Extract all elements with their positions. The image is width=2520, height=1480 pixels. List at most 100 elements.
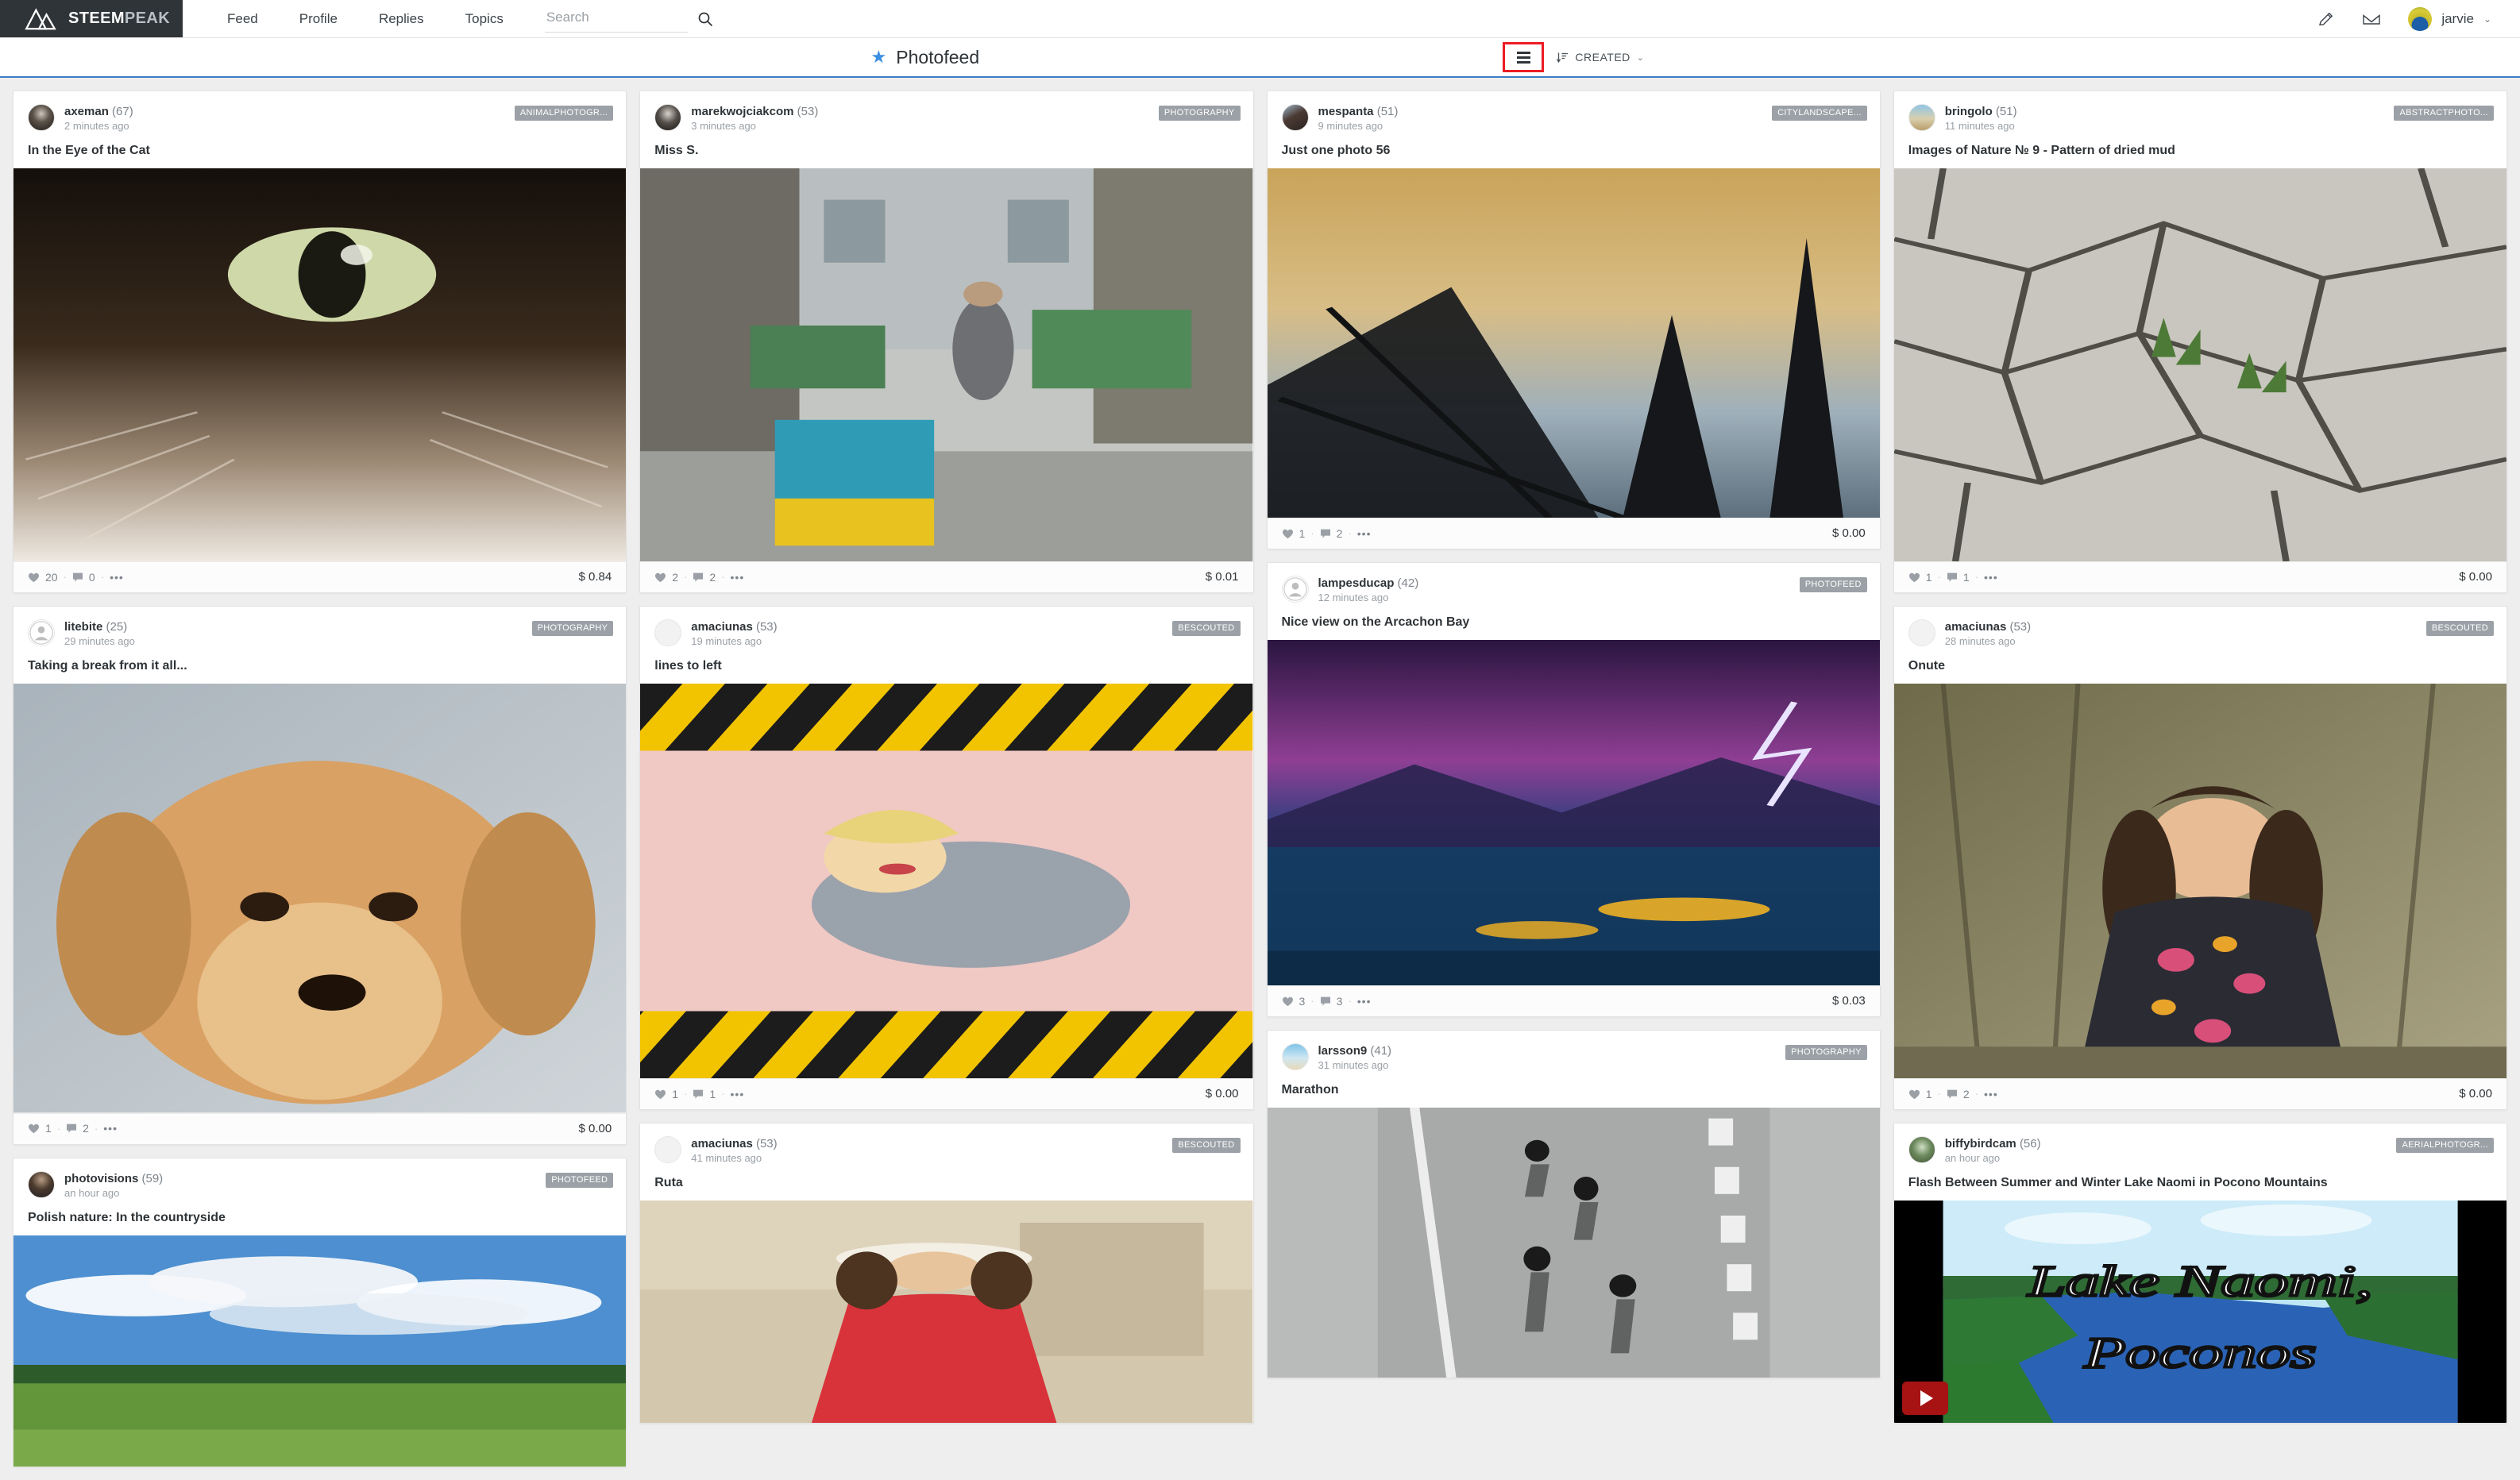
comment-icon[interactable]: [693, 572, 704, 583]
post-image[interactable]: Lake Naomi, Poconos: [1893, 1201, 2506, 1423]
more-options-icon[interactable]: •••: [731, 571, 745, 584]
sort-dropdown[interactable]: CREATED ⌄: [1552, 48, 1649, 67]
list-view-toggle-button[interactable]: [1503, 42, 1545, 72]
brand-logo-block[interactable]: STEEMPEAK: [0, 0, 183, 37]
post-author[interactable]: lampesducap (42): [1318, 576, 1419, 590]
post-tag-badge[interactable]: PHOTOFEED: [1799, 577, 1867, 592]
search-icon[interactable]: [697, 11, 713, 27]
heart-icon[interactable]: [654, 1089, 666, 1100]
comment-icon[interactable]: [693, 1089, 704, 1100]
avatar[interactable]: [1908, 1136, 1935, 1163]
nav-item-feed[interactable]: Feed: [206, 0, 279, 38]
post-author[interactable]: litebite (25): [64, 620, 135, 634]
post-title[interactable]: Miss S.: [640, 132, 1252, 168]
post-tag-badge[interactable]: AERIALPHOTOGR...: [2396, 1138, 2494, 1153]
post-tag-badge[interactable]: BESCOUTED: [2425, 621, 2494, 636]
avatar[interactable]: [28, 1170, 55, 1198]
more-options-icon[interactable]: •••: [103, 1122, 118, 1135]
post-title[interactable]: Onute: [1894, 647, 2506, 684]
post-image[interactable]: [1893, 684, 2506, 1078]
post-tag-badge[interactable]: CITYLANDSCAPE...: [1772, 106, 1867, 121]
heart-icon[interactable]: [28, 572, 40, 583]
post-image[interactable]: [640, 684, 1253, 1078]
comment-icon[interactable]: [1320, 996, 1331, 1007]
heart-icon[interactable]: [1282, 528, 1294, 539]
user-menu[interactable]: jarvie ⌄: [2408, 6, 2491, 31]
post-title[interactable]: Taking a break from it all...: [14, 647, 626, 684]
post-title[interactable]: lines to left: [640, 647, 1252, 684]
search-input[interactable]: [544, 5, 688, 33]
avatar[interactable]: [28, 619, 55, 647]
post-tag-badge[interactable]: PHOTOGRAPHY: [1158, 106, 1241, 121]
more-options-icon[interactable]: •••: [110, 571, 124, 584]
avatar[interactable]: [28, 104, 55, 131]
post-tag-badge[interactable]: ABSTRACTPHOTO...: [2394, 106, 2494, 121]
post-title[interactable]: Flash Between Summer and Winter Lake Nao…: [1894, 1164, 2506, 1201]
post-author[interactable]: mespanta (51): [1318, 105, 1399, 118]
more-options-icon[interactable]: •••: [1984, 571, 1998, 584]
post-image[interactable]: [640, 168, 1253, 561]
post-image[interactable]: [640, 1201, 1253, 1423]
heart-icon[interactable]: [1282, 996, 1294, 1007]
heart-icon[interactable]: [1908, 1089, 1920, 1100]
post-image[interactable]: [1267, 168, 1880, 518]
avatar[interactable]: [1908, 619, 1935, 646]
star-icon[interactable]: ★: [871, 48, 887, 66]
more-options-icon[interactable]: •••: [1984, 1088, 1998, 1100]
more-options-icon[interactable]: •••: [1357, 527, 1372, 540]
avatar[interactable]: [1281, 576, 1309, 603]
heart-icon[interactable]: [1908, 572, 1920, 583]
heart-icon[interactable]: [654, 572, 666, 583]
post-image[interactable]: [14, 168, 627, 562]
compose-pencil-icon[interactable]: [2317, 10, 2335, 28]
inbox-messages-icon[interactable]: [2362, 11, 2381, 27]
post-tag-badge[interactable]: BESCOUTED: [1172, 1138, 1241, 1153]
post-card: mespanta (51) 9 minutes ago CITYLANDSCAP…: [1266, 91, 1881, 549]
more-options-icon[interactable]: •••: [731, 1088, 745, 1100]
comment-icon[interactable]: [1947, 1089, 1958, 1100]
avatar[interactable]: [1908, 104, 1935, 131]
post-tag-badge[interactable]: PHOTOFEED: [546, 1172, 614, 1188]
post-title[interactable]: Images of Nature № 9 - Pattern of dried …: [1894, 132, 2506, 168]
post-author[interactable]: axeman (67): [64, 105, 133, 118]
post-author[interactable]: marekwojciakcom (53): [691, 105, 818, 118]
more-options-icon[interactable]: •••: [1357, 995, 1372, 1008]
nav-item-profile[interactable]: Profile: [279, 0, 358, 38]
post-title[interactable]: Marathon: [1268, 1071, 1880, 1108]
avatar[interactable]: [654, 619, 682, 646]
comment-icon[interactable]: [72, 572, 83, 583]
post-title[interactable]: In the Eye of the Cat: [14, 132, 626, 168]
post-tag-badge[interactable]: ANIMALPHOTOGR...: [514, 106, 614, 121]
comment-icon[interactable]: [1320, 528, 1331, 539]
post-image[interactable]: [1267, 640, 1880, 985]
nav-item-replies[interactable]: Replies: [358, 0, 445, 38]
post-image[interactable]: [1893, 168, 2506, 561]
comment-icon[interactable]: [1947, 572, 1958, 583]
post-tag-badge[interactable]: PHOTOGRAPHY: [1785, 1045, 1867, 1060]
post-author[interactable]: amaciunas (53): [1945, 620, 2031, 634]
avatar[interactable]: [1281, 104, 1309, 131]
post-title[interactable]: Polish nature: In the countryside: [14, 1199, 626, 1235]
post-title[interactable]: Just one photo 56: [1268, 132, 1880, 168]
post-author[interactable]: bringolo (51): [1945, 105, 2017, 118]
post-title[interactable]: Nice view on the Arcachon Bay: [1268, 603, 1880, 640]
post-author[interactable]: biffybirdcam (56): [1945, 1137, 2041, 1150]
avatar[interactable]: [1281, 1043, 1309, 1070]
avatar[interactable]: [654, 1136, 682, 1163]
post-title[interactable]: Ruta: [640, 1164, 1252, 1201]
post-tag-badge[interactable]: PHOTOGRAPHY: [531, 621, 614, 637]
avatar[interactable]: [654, 104, 682, 131]
comment-icon[interactable]: [66, 1123, 77, 1134]
play-button[interactable]: [1901, 1382, 1948, 1415]
payout-amount: $ 0.00: [1832, 526, 1866, 540]
nav-item-topics[interactable]: Topics: [445, 0, 524, 38]
post-author[interactable]: amaciunas (53): [691, 620, 777, 634]
post-tag-badge[interactable]: BESCOUTED: [1172, 621, 1241, 636]
post-author[interactable]: larsson9 (41): [1318, 1044, 1392, 1058]
post-author[interactable]: photovisions (59): [64, 1172, 163, 1185]
post-image[interactable]: [14, 1235, 627, 1467]
post-author[interactable]: amaciunas (53): [691, 1137, 777, 1150]
post-image[interactable]: [1267, 1108, 1880, 1378]
heart-icon[interactable]: [28, 1123, 40, 1134]
post-image[interactable]: [14, 684, 627, 1113]
